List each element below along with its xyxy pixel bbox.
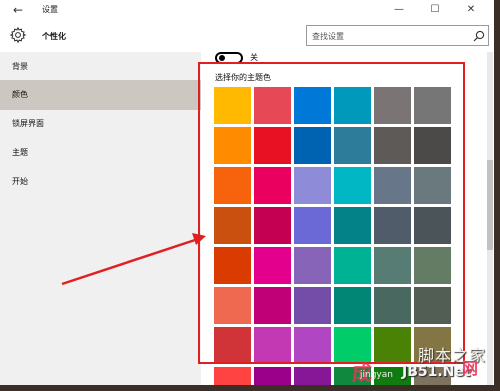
search-icon[interactable] <box>473 30 485 42</box>
sidebar-item-label: 开始 <box>12 177 28 186</box>
sidebar: 背景 颜色 锁屏界面 主题 开始 <box>0 52 201 385</box>
annotation-highlight-box <box>198 62 465 364</box>
watermark-logo: 成 脚本之家 jingyan JB51.Net 网 <box>352 327 500 391</box>
sidebar-item-label: 主题 <box>12 148 28 157</box>
close-button[interactable]: ✕ <box>458 2 484 18</box>
sidebar-item-themes[interactable]: 主题 <box>0 138 201 168</box>
color-swatch[interactable] <box>254 367 291 385</box>
window-title: 设置 <box>42 5 58 14</box>
sidebar-item-label: 颜色 <box>12 90 28 99</box>
watermark-subtext: jingyan <box>360 370 393 380</box>
page-title: 个性化 <box>42 32 66 41</box>
toggle-knob <box>219 55 225 61</box>
watermark-url: JB51.Net <box>402 364 471 380</box>
maximize-button[interactable]: ☐ <box>422 2 448 18</box>
minimize-button[interactable]: — <box>386 2 412 18</box>
sidebar-item-background[interactable]: 背景 <box>0 52 201 82</box>
color-swatch[interactable] <box>214 367 251 385</box>
sidebar-item-colors[interactable]: 颜色 <box>0 80 201 110</box>
back-arrow-icon[interactable]: ← <box>10 3 26 17</box>
sidebar-item-label: 锁屏界面 <box>12 119 44 128</box>
sidebar-item-label: 背景 <box>12 62 28 71</box>
sidebar-item-start[interactable]: 开始 <box>0 167 201 197</box>
color-swatch[interactable] <box>294 367 331 385</box>
search-input[interactable] <box>312 29 462 43</box>
page-header: 个性化 <box>0 20 494 52</box>
gear-icon <box>9 26 27 44</box>
sidebar-item-lock-screen[interactable]: 锁屏界面 <box>0 109 201 139</box>
title-bar: ← 设置 — ☐ ✕ <box>0 0 494 20</box>
watermark-glyph-2: 网 <box>462 359 479 378</box>
scrollbar-thumb[interactable] <box>487 160 493 250</box>
search-box[interactable] <box>306 25 489 46</box>
